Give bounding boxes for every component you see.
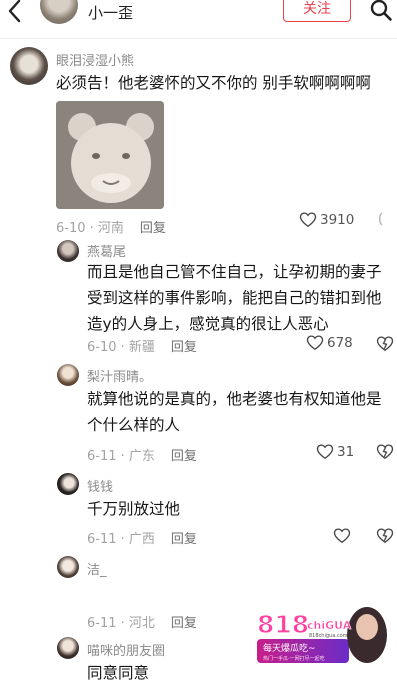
svg-text:chiGUA: chiGUA: [307, 619, 352, 632]
avatar[interactable]: [57, 240, 79, 262]
reply-button[interactable]: 回复: [171, 449, 197, 464]
comment-meta: 6-11 · 广西 回复: [87, 528, 197, 547]
comment-date-location: 6-10 · 新疆: [87, 340, 155, 355]
like-button[interactable]: 678: [306, 334, 353, 351]
author-avatar[interactable]: [40, 0, 78, 24]
bear-sticker-icon: [56, 101, 164, 209]
comment-username[interactable]: 燕葛尾: [87, 241, 126, 260]
site-watermark: 818 chiGUA 818chigua.com 每天爆瓜吃~ 热门一手瓜·一网…: [255, 605, 389, 665]
divider: [0, 38, 397, 39]
comment-date-location: 6-10 · 河南: [56, 221, 124, 236]
like-button[interactable]: 3910: [299, 211, 354, 228]
like-button[interactable]: 31: [316, 443, 354, 460]
svg-text:热门一手瓜·一网打尽一起吃: 热门一手瓜·一网打尽一起吃: [263, 655, 325, 662]
chevron-left-icon[interactable]: [4, 0, 26, 24]
dislike-icon[interactable]: [376, 527, 394, 544]
svg-text:818chigua.com: 818chigua.com: [309, 633, 348, 639]
avatar[interactable]: [10, 47, 48, 85]
comment-username[interactable]: 钱钱: [87, 476, 113, 495]
heart-icon: [306, 335, 324, 351]
comment-meta: 6-10 · 新疆 回复: [87, 336, 197, 355]
comment-text-line: 而且是他自己管不住自己，让孕初期的妻子: [87, 263, 382, 281]
comment-text-line: 受到这样的事件影响，能把自己的错扣到他: [87, 289, 382, 307]
dislike-icon[interactable]: [376, 443, 394, 460]
reply-button[interactable]: 回复: [171, 532, 197, 547]
reply-button[interactable]: 回复: [140, 221, 166, 236]
svg-text:每天爆瓜吃~: 每天爆瓜吃~: [263, 642, 316, 654]
heart-icon: [316, 444, 334, 460]
svg-text:818: 818: [257, 610, 309, 639]
comment-text-line: 个什么样的人: [87, 416, 181, 434]
heart-icon[interactable]: [333, 527, 351, 544]
avatar[interactable]: [57, 473, 79, 495]
comment-date-location: 6-11 · 广东: [87, 449, 155, 464]
comment-username[interactable]: 眼泪浸湿小熊: [56, 50, 134, 69]
like-count: 3910: [320, 211, 355, 228]
comment-username[interactable]: 喵咪的朋友圈: [87, 640, 165, 659]
dislike-icon[interactable]: [376, 335, 394, 352]
comment-text: 就算他说的是真的，他老婆也有权知道他是 个什么样的人: [87, 386, 382, 438]
reply-button[interactable]: 回复: [171, 340, 197, 355]
reply-button[interactable]: 回复: [171, 616, 197, 631]
comment-meta: 6-11 · 广东 回复: [87, 445, 197, 464]
avatar[interactable]: [57, 364, 79, 386]
dislike-icon[interactable]: [374, 211, 386, 227]
comment-date-location: 6-11 · 河北: [87, 616, 155, 631]
comment-text: 千万别放过他: [87, 500, 181, 518]
comment-text: 而且是他自己管不住自己，让孕初期的妻子 受到这样的事件影响，能把自己的错扣到他 …: [87, 259, 382, 337]
comment-date-location: 6-11 · 广西: [87, 532, 155, 547]
avatar[interactable]: [57, 637, 79, 659]
follow-button[interactable]: 关注: [283, 0, 351, 22]
like-count: 678: [327, 334, 353, 351]
like-count: 31: [337, 443, 355, 460]
watermark-logo: 818 chiGUA 818chigua.com 每天爆瓜吃~ 热门一手瓜·一网…: [256, 607, 387, 663]
comment-username[interactable]: 洁_: [87, 559, 107, 578]
heart-icon: [299, 212, 317, 228]
comment-sticker-image[interactable]: [56, 101, 164, 209]
comment-meta: 6-10 · 河南 回复: [56, 217, 166, 236]
comment-username[interactable]: 梨汁雨晴。: [87, 366, 152, 385]
author-name[interactable]: 小一歪: [88, 2, 133, 23]
avatar[interactable]: [57, 556, 79, 578]
comment-text: 必须告！他老婆怀的又不你的 别手软啊啊啊啊: [56, 74, 371, 92]
comment-meta: 6-11 · 河北 回复: [87, 612, 197, 631]
top-bar: 小一歪 关注: [0, 0, 397, 30]
comment-text-line: 就算他说的是真的，他老婆也有权知道他是: [87, 390, 382, 408]
search-icon[interactable]: [369, 0, 393, 22]
comment-text: 同意同意: [87, 664, 150, 682]
